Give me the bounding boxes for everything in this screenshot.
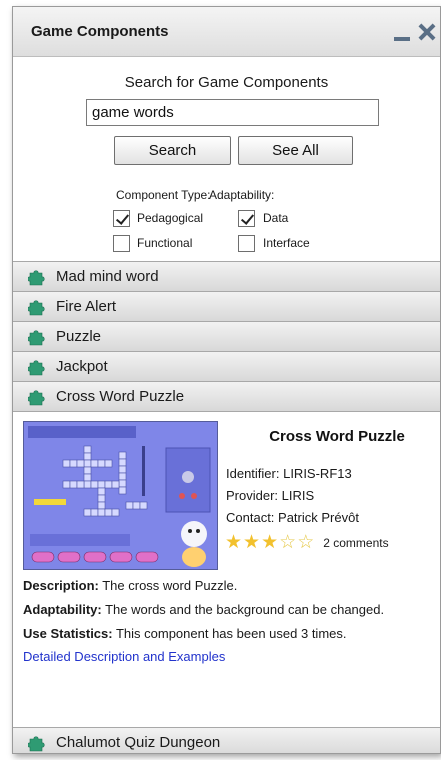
search-input[interactable] [86,99,379,126]
detail-identifier: Identifier: LIRIS-RF13 [226,466,352,481]
component-list: Mad mind word Fire Alert Puzzle Jackpot … [13,261,440,753]
adaptability-value: The words and the background can be chan… [101,602,385,617]
see-all-button[interactable]: See All [238,136,353,165]
component-item-label: Fire Alert [56,298,117,315]
pedagogical-label: Pedagogical [137,211,204,225]
component-item-label: Cross Word Puzzle [56,388,185,405]
data-checkbox[interactable] [238,210,255,227]
minimize-icon[interactable] [392,21,412,43]
adaptability-text: Adaptability: The words and the backgrou… [23,598,423,622]
component-item-label: Chalumot Quiz Dungeon [56,734,221,751]
star-icon[interactable]: ☆ [279,533,296,552]
game-components-window: Game Components Search for Game Componen… [12,6,441,754]
component-item-chalumot-quiz-dungeon[interactable]: Chalumot Quiz Dungeon [13,727,440,753]
functional-label: Functional [137,236,193,250]
functional-checkbox[interactable] [113,235,130,252]
use-statistics-value: This component has been used 3 times. [112,626,347,641]
puzzle-piece-icon [28,300,45,316]
detail-contact: Contact: Patrick Prévôt [226,510,359,525]
search-area: Search for Game Components Search See Al… [13,57,440,261]
component-item-mad-mind-word[interactable]: Mad mind word [13,261,440,291]
star-icon[interactable]: ☆ [297,533,314,552]
window-title: Game Components [31,23,169,40]
use-statistics-line: Use Statistics: This component has been … [23,622,423,646]
detailed-description-link[interactable]: Detailed Description and Examples [23,649,225,664]
component-item-puzzle[interactable]: Puzzle [13,321,440,351]
search-button[interactable]: Search [114,136,231,165]
component-item-label: Jackpot [56,358,108,375]
star-icon[interactable]: ★ [243,533,260,552]
detail-title: Cross Word Puzzle [269,428,405,445]
description-text: Description: The cross word Puzzle. [23,574,423,598]
title-bar: Game Components [13,7,440,57]
crossword-screenshot-art [24,422,217,569]
interface-label: Interface [263,236,310,250]
comments-count[interactable]: 2 comments [323,536,388,550]
star-icon[interactable]: ★ [225,533,242,552]
component-detail-panel: Cross Word Puzzle Identifier: LIRIS-RF13… [13,411,440,727]
component-item-jackpot[interactable]: Jackpot [13,351,440,381]
description-label: Description: [23,578,99,593]
search-label: Search for Game Components [124,74,329,91]
component-item-fire-alert[interactable]: Fire Alert [13,291,440,321]
puzzle-piece-icon [28,360,45,376]
data-label: Data [263,211,289,225]
game-screenshot [23,421,218,570]
puzzle-piece-icon [28,390,45,406]
close-icon[interactable] [416,21,436,43]
puzzle-piece-icon [28,736,45,752]
puzzle-piece-icon [28,270,45,286]
interface-checkbox[interactable] [238,235,255,252]
detail-provider: Provider: LIRIS [226,488,315,503]
component-item-cross-word-puzzle[interactable]: Cross Word Puzzle [13,381,440,411]
puzzle-piece-icon [28,330,45,346]
component-type-label: Component Type: [116,188,211,202]
component-item-label: Mad mind word [56,268,159,285]
star-rating[interactable]: ★ ★ ★ ☆ ☆ 2 comments [225,533,389,552]
adaptability-detail-label: Adaptability: [23,602,102,617]
adaptability-label: Adaptability: [209,188,275,202]
use-statistics-label: Use Statistics: [23,626,113,641]
pedagogical-checkbox[interactable] [113,210,130,227]
description-value: The cross word Puzzle. [98,578,238,593]
component-item-label: Puzzle [56,328,102,345]
star-icon[interactable]: ★ [261,533,278,552]
